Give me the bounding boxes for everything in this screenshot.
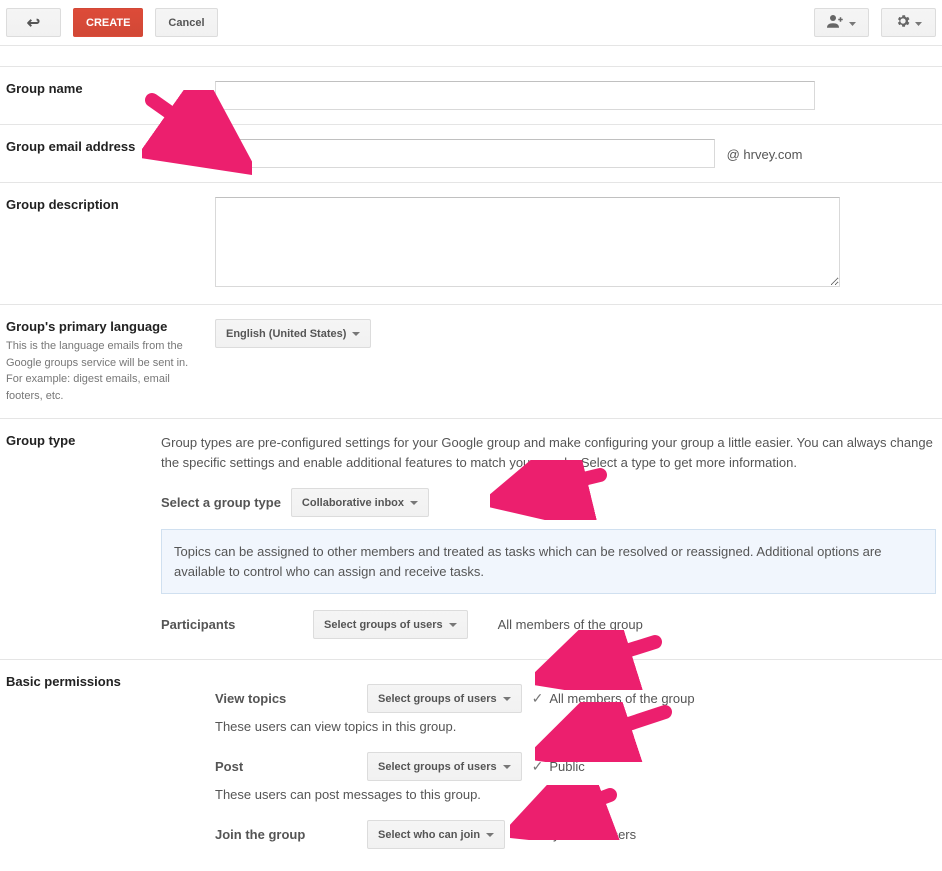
post-value: Public bbox=[549, 759, 584, 774]
chevron-down-icon bbox=[849, 17, 856, 29]
join-dropdown-label: Select who can join bbox=[378, 829, 480, 841]
post-dropdown-label: Select groups of users bbox=[378, 761, 497, 773]
toolbar-left: ↩ CREATE Cancel bbox=[6, 8, 218, 37]
group-email-input[interactable] bbox=[215, 139, 715, 168]
toolbar: ↩ CREATE Cancel bbox=[0, 0, 942, 45]
view-topics-dropdown[interactable]: Select groups of users bbox=[367, 684, 522, 713]
row-basic-permissions: Basic permissions View topics Select gro… bbox=[0, 660, 942, 871]
primary-language-dropdown[interactable]: English (United States) bbox=[215, 319, 371, 348]
post-help: These users can post messages to this gr… bbox=[215, 787, 936, 802]
select-group-type-label: Select a group type bbox=[161, 495, 281, 510]
participants-value: All members of the group bbox=[498, 617, 643, 632]
label-group-name: Group name bbox=[6, 81, 205, 96]
participants-dropdown-label: Select groups of users bbox=[324, 619, 443, 631]
row-group-name: Group name bbox=[0, 67, 942, 125]
chevron-down-icon bbox=[915, 17, 922, 29]
primary-language-selected: English (United States) bbox=[226, 328, 346, 340]
chevron-down-icon bbox=[503, 697, 511, 701]
label-group-email: Group email address bbox=[6, 139, 205, 154]
post-dropdown[interactable]: Select groups of users bbox=[367, 752, 522, 781]
join-value: Only invited users bbox=[533, 827, 636, 842]
group-name-input[interactable] bbox=[215, 81, 815, 110]
toolbar-right bbox=[814, 8, 936, 37]
chevron-down-icon bbox=[449, 623, 457, 627]
check-icon: ✓ bbox=[532, 690, 544, 707]
check-icon: ✓ bbox=[515, 826, 527, 843]
back-arrow-icon: ↩ bbox=[27, 13, 40, 33]
group-type-info: Topics can be assigned to other members … bbox=[161, 529, 936, 594]
label-basic-permissions: Basic permissions bbox=[6, 674, 205, 689]
group-description-textarea[interactable] bbox=[215, 197, 840, 287]
post-label: Post bbox=[215, 759, 367, 774]
check-icon: ✓ bbox=[532, 758, 544, 775]
create-button[interactable]: CREATE bbox=[73, 8, 143, 37]
join-label: Join the group bbox=[215, 827, 367, 842]
chevron-down-icon bbox=[503, 765, 511, 769]
join-dropdown[interactable]: Select who can join bbox=[367, 820, 505, 849]
participants-label: Participants bbox=[161, 617, 313, 632]
row-primary-language: Group's primary language This is the lan… bbox=[0, 305, 942, 419]
row-group-description: Group description bbox=[0, 183, 942, 305]
chevron-down-icon bbox=[352, 332, 360, 336]
label-group-type: Group type bbox=[6, 433, 151, 448]
group-type-description: Group types are pre-configured settings … bbox=[161, 433, 936, 472]
row-group-email: Group email address @ hrvey.com bbox=[0, 125, 942, 183]
group-type-dropdown[interactable]: Collaborative inbox bbox=[291, 488, 429, 517]
view-topics-value: All members of the group bbox=[549, 691, 694, 706]
chevron-down-icon bbox=[410, 501, 418, 505]
view-topics-help: These users can view topics in this grou… bbox=[215, 719, 936, 734]
email-domain-suffix: @ hrvey.com bbox=[727, 147, 803, 162]
view-topics-dropdown-label: Select groups of users bbox=[378, 693, 497, 705]
label-group-description: Group description bbox=[6, 197, 205, 212]
chevron-down-icon bbox=[486, 833, 494, 837]
back-button[interactable]: ↩ bbox=[6, 8, 61, 37]
sublabel-primary-language: This is the language emails from the Goo… bbox=[6, 338, 205, 404]
participants-dropdown[interactable]: Select groups of users bbox=[313, 610, 468, 639]
label-primary-language: Group's primary language bbox=[6, 319, 205, 334]
settings-button[interactable] bbox=[881, 8, 936, 37]
view-topics-label: View topics bbox=[215, 691, 367, 706]
row-group-type: Group type Group types are pre-configure… bbox=[0, 419, 942, 660]
gear-icon bbox=[895, 13, 911, 32]
share-button[interactable] bbox=[814, 8, 869, 37]
group-type-selected: Collaborative inbox bbox=[302, 497, 404, 509]
cancel-button[interactable]: Cancel bbox=[155, 8, 217, 37]
person-plus-icon bbox=[827, 14, 845, 31]
